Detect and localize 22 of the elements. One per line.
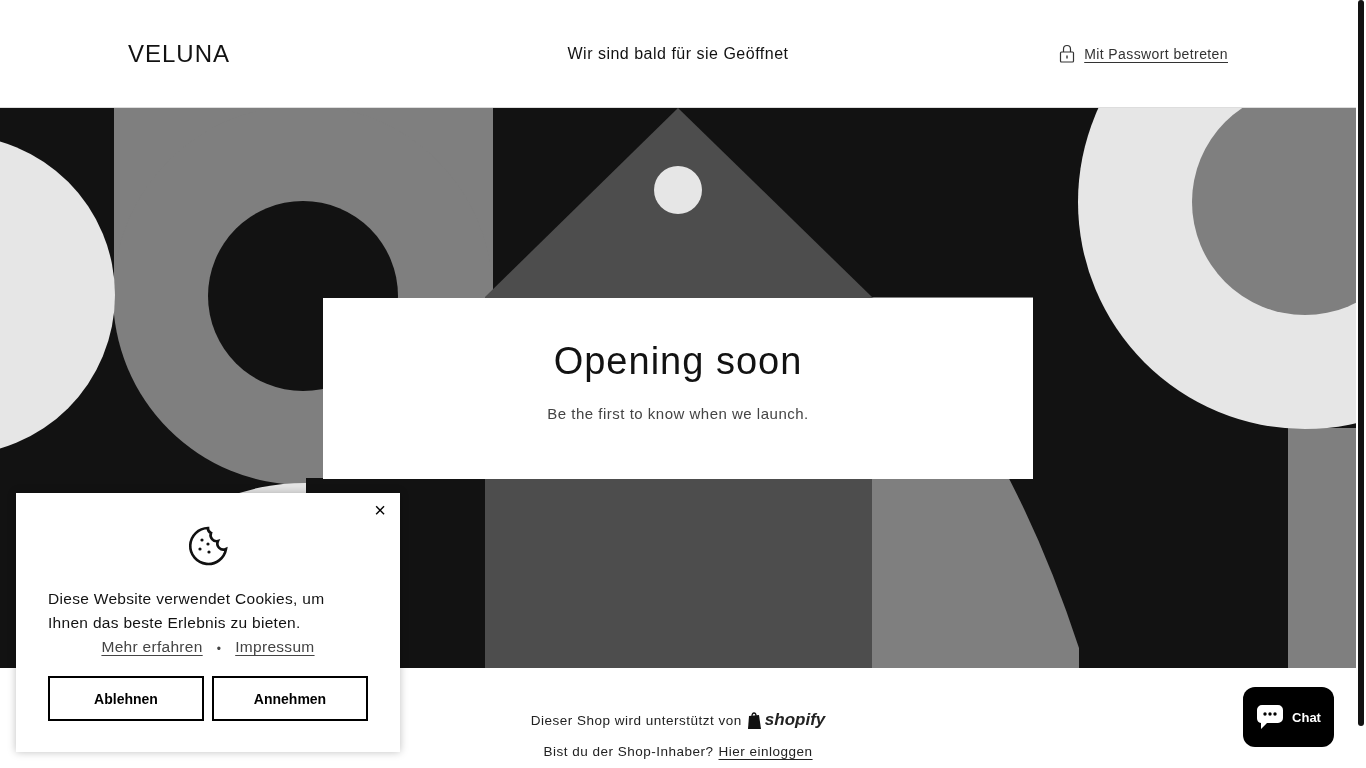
cookie-button[interactable]: Annehmen xyxy=(212,676,368,721)
hero-subtitle: Be the first to know when we launch. xyxy=(547,404,809,422)
scrollbar-thumb[interactable] xyxy=(1358,0,1364,726)
store-logo[interactable]: VELUNA xyxy=(128,39,231,68)
shopping-bag-icon xyxy=(746,710,763,730)
cookie-link[interactable]: Mehr erfahren xyxy=(101,638,203,660)
shopify-logo-link[interactable]: shopify xyxy=(746,710,826,730)
cookie-icon xyxy=(187,525,229,567)
cookie-message: Diese Website verwendet Cookies, um Ihnen das beste Erlebnis zu bieten. xyxy=(48,589,326,633)
chat-button[interactable]: Chat xyxy=(1243,687,1334,747)
login-link[interactable]: Hier einloggen xyxy=(718,744,813,759)
hero-title: Opening soon xyxy=(553,339,803,383)
lock-icon xyxy=(1059,44,1076,63)
password-link[interactable]: Mit Passwort betreten xyxy=(1059,44,1228,63)
cookie-link[interactable]: Impressum xyxy=(235,638,315,660)
announcement-text: Wir sind bald für sie Geöffnet xyxy=(567,44,789,63)
owner-question-text: Bist du der Shop-Inhaber? xyxy=(543,744,714,759)
close-button[interactable]: × xyxy=(372,499,388,522)
powered-by-text: Dieser Shop wird unterstützt von xyxy=(530,712,742,728)
separator-dot: • xyxy=(216,641,222,658)
cookie-button[interactable]: Ablehnen xyxy=(48,676,204,721)
chat-bubble-icon xyxy=(1256,704,1285,730)
